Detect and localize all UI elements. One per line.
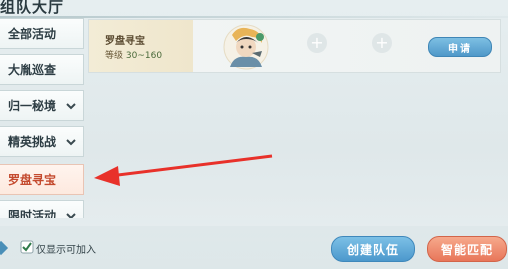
sidebar-item-label: 限时活动 [8, 209, 57, 218]
apply-button[interactable]: 申请 [428, 37, 492, 57]
sidebar-item-all-activities[interactable]: 全部活动 [0, 18, 84, 49]
sidebar-item-label: 全部活动 [8, 27, 57, 41]
plus-icon: + [310, 33, 324, 52]
sidebar-item-label: 归一秘境 [8, 99, 57, 113]
empty-member-slot: + [307, 33, 327, 53]
page-title: 组队大厅 [0, 0, 65, 16]
team-lobby-window: 组队大厅 全部活动 大胤巡查 归一秘境 精英挑战 罗盘寻宝 限时活动 罗盘寻宝 … [0, 0, 508, 269]
chevron-down-icon [66, 103, 76, 110]
show-joinable-label: 仅显示可加入 [36, 245, 96, 256]
team-leader-avatar[interactable] [222, 23, 270, 71]
sidebar-item-limited-events[interactable]: 限时活动 [0, 200, 84, 218]
sidebar-item-secret-realm[interactable]: 归一秘境 [0, 90, 84, 121]
team-level-range: 等级 30~160 [105, 48, 162, 61]
create-team-button[interactable]: 创建队伍 [331, 236, 415, 262]
team-card[interactable]: 罗盘寻宝 等级 30~160 + + 申请 [88, 19, 501, 73]
level-label: 等级 [105, 51, 124, 61]
activity-sidebar: 全部活动 大胤巡查 归一秘境 精英挑战 罗盘寻宝 限时活动 [0, 18, 84, 218]
chevron-down-icon [66, 213, 76, 218]
team-activity-panel: 罗盘寻宝 等级 30~160 [89, 20, 193, 72]
sidebar-item-compass-treasure[interactable]: 罗盘寻宝 [0, 164, 84, 195]
smart-match-button[interactable]: 智能匹配 [427, 236, 507, 262]
empty-member-slot: + [372, 33, 392, 53]
sidebar-item-label: 精英挑战 [8, 135, 57, 149]
sidebar-item-patrol[interactable]: 大胤巡查 [0, 54, 84, 85]
sidebar-item-label: 大胤巡查 [8, 63, 57, 77]
team-activity-name: 罗盘寻宝 [105, 36, 145, 47]
chevron-down-icon [66, 139, 76, 146]
level-range-value: 30~160 [125, 51, 163, 61]
sidebar-item-elite-challenge[interactable]: 精英挑战 [0, 126, 84, 157]
sidebar-item-label: 罗盘寻宝 [8, 173, 57, 187]
plus-icon: + [375, 33, 389, 52]
show-joinable-checkbox[interactable] [20, 240, 34, 254]
